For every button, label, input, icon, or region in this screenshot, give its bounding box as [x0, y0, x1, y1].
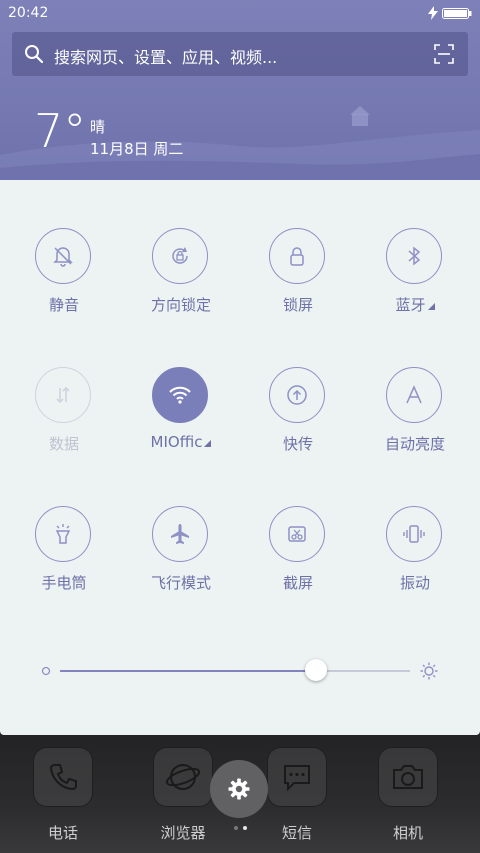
flashlight-toggle-circle[interactable] — [35, 506, 91, 562]
settings-button[interactable] — [210, 760, 268, 818]
mobile-data-icon — [56, 386, 70, 404]
phone-app-icon[interactable] — [33, 747, 93, 807]
charging-icon — [428, 6, 438, 20]
flashlight-label: 手电筒 — [41, 574, 87, 592]
phone-app-label: 电话 — [47, 824, 78, 842]
wifi-icon — [169, 386, 191, 404]
toggle-mute[interactable]: 静音 — [6, 228, 122, 338]
toggle-screenshot[interactable]: 截屏 — [240, 506, 356, 616]
browser-app-icon[interactable] — [153, 747, 213, 807]
page-dot-2 — [243, 826, 247, 830]
flashlight-icon — [55, 524, 71, 544]
rotation-lock-label: 方向锁定 — [150, 296, 211, 314]
weather-condition: 晴 — [90, 118, 106, 136]
search-bar[interactable]: 搜索网页、设置、应用、视频... — [12, 32, 468, 76]
screenshot-icon — [288, 526, 306, 542]
toggle-wifi[interactable]: MIOffic — [123, 367, 239, 477]
search-placeholder: 搜索网页、设置、应用、视频... — [54, 48, 278, 67]
auto-brightness-toggle-circle[interactable] — [386, 367, 442, 423]
toggle-auto-brightness[interactable]: 自动亮度 — [357, 367, 473, 477]
phone-icon — [49, 764, 77, 791]
app-phone[interactable]: 电话 — [18, 735, 108, 845]
lock-icon — [290, 247, 304, 266]
camera-app-label: 相机 — [392, 824, 423, 842]
toggle-flashlight[interactable]: 手电筒 — [6, 506, 122, 616]
mute-label: 静音 — [48, 296, 79, 314]
rotation-lock-toggle-circle[interactable] — [152, 228, 208, 284]
toggle-lock-screen[interactable]: 锁屏 — [240, 228, 356, 338]
messages-app-icon[interactable] — [267, 747, 327, 807]
status-time: 20:42 — [8, 5, 49, 21]
toggle-bluetooth[interactable]: 蓝牙 — [357, 228, 473, 338]
quick-transfer-toggle-circle[interactable] — [269, 367, 325, 423]
quick-settings-panel: 静音 方向锁定 锁屏 蓝牙 数据 MIOffic 快传 自动亮度 手电筒 飞行模… — [0, 180, 480, 735]
upload-icon — [287, 385, 307, 405]
weather-temperature: 7° — [34, 104, 87, 158]
auto-brightness-icon — [406, 385, 422, 404]
toggle-vibrate[interactable]: 振动 — [357, 506, 473, 616]
mute-toggle-circle[interactable] — [35, 228, 91, 284]
toggle-mobile-data[interactable]: 数据 — [6, 367, 122, 477]
airplane-label: 飞行模式 — [150, 574, 211, 592]
mobile-data-toggle-circle[interactable] — [35, 367, 91, 423]
message-icon — [284, 765, 310, 792]
bluetooth-toggle-circle[interactable] — [386, 228, 442, 284]
screenshot-toggle-circle[interactable] — [269, 506, 325, 562]
page-indicator — [232, 826, 252, 832]
expand-indicator-icon — [204, 440, 212, 447]
vibrate-label: 振动 — [399, 574, 430, 592]
browser-icon — [165, 764, 201, 790]
rotation-lock-icon — [172, 247, 188, 264]
quick-transfer-label: 快传 — [282, 435, 313, 453]
toggle-airplane-mode[interactable]: 飞行模式 — [123, 506, 239, 616]
battery-icon — [442, 8, 472, 19]
toggle-quick-transfer[interactable]: 快传 — [240, 367, 356, 477]
wifi-network-name: MIOffic — [150, 433, 203, 451]
camera-icon — [393, 765, 423, 789]
scan-icon[interactable] — [434, 44, 454, 64]
lock-screen-label: 锁屏 — [282, 296, 313, 314]
mobile-data-label: 数据 — [48, 435, 79, 453]
airplane-icon — [171, 524, 189, 544]
airplane-toggle-circle[interactable] — [152, 506, 208, 562]
wifi-toggle-circle[interactable] — [152, 367, 208, 423]
brightness-slider-thumb[interactable] — [304, 659, 327, 681]
vibrate-icon — [403, 525, 425, 543]
screenshot-label: 截屏 — [282, 574, 313, 592]
auto-brightness-label: 自动亮度 — [384, 435, 445, 453]
wifi-label: MIOffic — [123, 433, 239, 451]
vibrate-toggle-circle[interactable] — [386, 506, 442, 562]
lock-screen-toggle-circle[interactable] — [269, 228, 325, 284]
bluetooth-label-text: 蓝牙 — [395, 296, 426, 314]
bluetooth-label: 蓝牙 — [357, 294, 473, 315]
app-camera[interactable]: 相机 — [363, 735, 453, 845]
brightness-low-icon — [41, 666, 51, 676]
bell-off-icon — [53, 247, 73, 267]
lockscreen-header: 20:42 搜索网页、设置、应用、视频... 7° 晴 11月8日 周二 — [0, 0, 480, 180]
page-dot-1 — [234, 826, 238, 830]
messages-app-label: 短信 — [281, 824, 312, 842]
browser-app-label: 浏览器 — [160, 824, 206, 842]
status-bar: 20:42 — [0, 0, 480, 28]
brightness-high-icon — [420, 662, 438, 680]
brightness-slider-fill — [60, 670, 316, 672]
weather-date: 11月8日 周二 — [90, 140, 184, 158]
expand-indicator-icon — [427, 303, 435, 310]
bluetooth-icon — [408, 246, 421, 266]
brightness-slider[interactable] — [60, 659, 410, 681]
camera-app-icon[interactable] — [378, 747, 438, 807]
search-icon — [25, 45, 44, 64]
toggle-rotation-lock[interactable]: 方向锁定 — [123, 228, 239, 338]
gear-icon — [228, 778, 250, 800]
